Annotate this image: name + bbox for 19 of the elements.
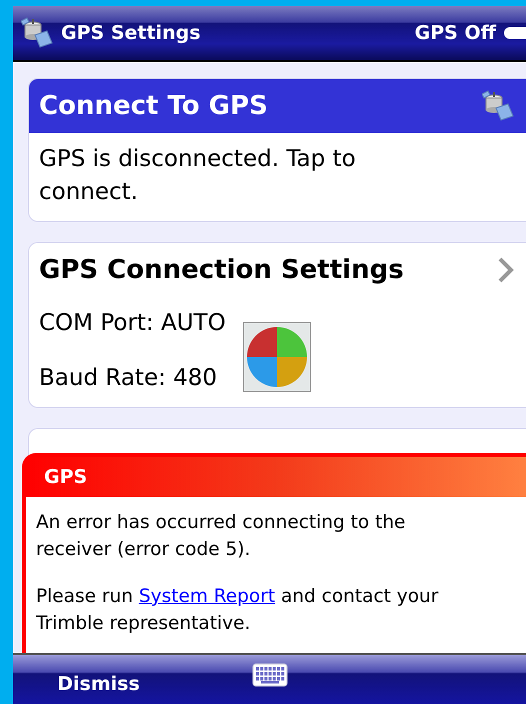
card-text: Baud Rate: 480 bbox=[38, 364, 218, 393]
gps-status: GPS Off bbox=[414, 22, 496, 44]
system-report-link[interactable]: System Report bbox=[138, 586, 276, 607]
dialog-title: GPS bbox=[44, 466, 88, 488]
instruction-text: Please run System Report and contact your Trimble representative. bbox=[36, 585, 440, 636]
card[interactable]: Connect To GPS GPS is disconnected. Tap to connect. bbox=[28, 78, 526, 222]
card-text: GPS is disconnected. Tap to connect. bbox=[38, 145, 357, 207]
card-title: GPS Connection Settings bbox=[39, 255, 404, 285]
chevron-right-icon bbox=[498, 257, 514, 283]
keyboard-icon[interactable] bbox=[252, 662, 288, 686]
card-title: Connect To GPS bbox=[39, 91, 268, 121]
satellite-icon bbox=[482, 90, 514, 122]
settings-card[interactable]: GPS Connection Settings COM Port: AUTO Baud Rate: 480 bbox=[28, 242, 526, 408]
satellite-icon bbox=[21, 17, 53, 49]
dismiss-button[interactable]: Dismiss bbox=[49, 668, 148, 698]
card-text: COM Port: AUTO bbox=[38, 309, 227, 338]
error-message: An error has occurred connecting to the receiver (error code 5). bbox=[36, 511, 406, 562]
window-title: GPS Settings bbox=[61, 22, 202, 44]
battery-icon bbox=[504, 27, 526, 39]
